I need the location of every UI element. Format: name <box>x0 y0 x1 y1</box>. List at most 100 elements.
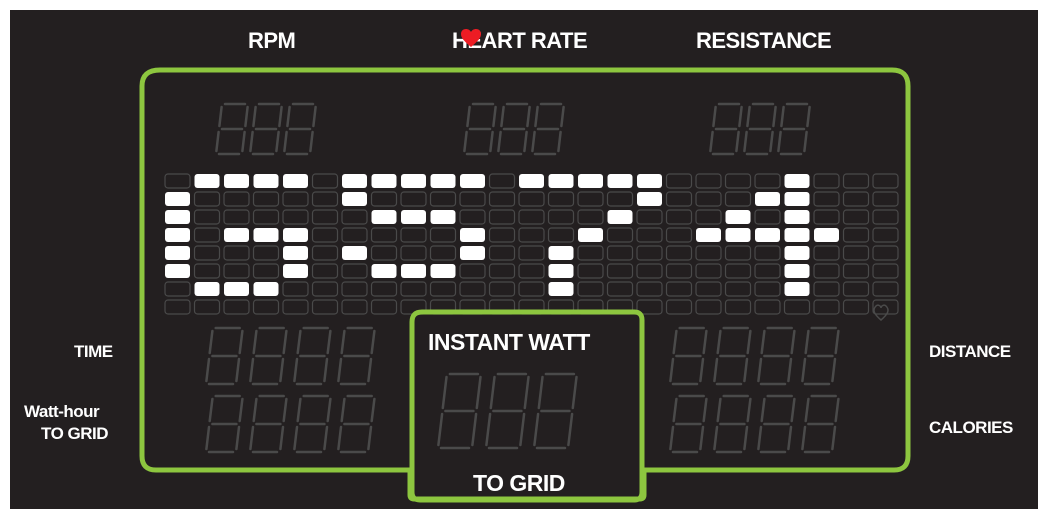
matrix-dot <box>754 299 781 315</box>
matrix-dot <box>459 209 486 225</box>
matrix-dot <box>842 173 870 189</box>
matrix-dot <box>223 245 250 261</box>
matrix-dot-lit <box>165 228 190 242</box>
watt-hour-digit <box>205 394 244 454</box>
matrix-dot <box>370 245 398 261</box>
time-digit <box>249 326 288 386</box>
matrix-dot <box>872 173 899 189</box>
matrix-dot-lit <box>224 174 249 188</box>
matrix-dot <box>164 173 191 189</box>
matrix-dot <box>518 191 545 207</box>
matrix-dot-lit <box>165 192 190 206</box>
matrix-dot <box>282 299 309 315</box>
matrix-dot <box>813 245 840 261</box>
matrix-dot <box>695 191 722 207</box>
matrix-dot <box>193 209 221 225</box>
instant-watt-digit <box>533 372 578 450</box>
matrix-dot <box>695 173 722 189</box>
matrix-dot <box>606 263 634 279</box>
matrix-dot <box>842 263 870 279</box>
matrix-dot <box>665 227 693 243</box>
instant-watt-digit <box>437 372 482 450</box>
matrix-dot-lit <box>548 174 574 188</box>
matrix-dot <box>754 173 781 189</box>
matrix-dot-lit <box>194 174 220 188</box>
matrix-dot <box>665 191 693 207</box>
matrix-dot <box>400 245 427 261</box>
matrix-dot <box>488 263 516 279</box>
matrix-dot-lit <box>253 228 279 242</box>
matrix-dot <box>400 227 427 243</box>
matrix-dot <box>547 191 575 207</box>
matrix-dot-lit <box>224 228 249 242</box>
matrix-dot <box>813 173 840 189</box>
matrix-dot-lit <box>430 210 456 224</box>
matrix-dot <box>842 245 870 261</box>
to-grid-label: TO GRID <box>473 470 565 496</box>
resistance-digit <box>777 102 811 156</box>
watt-hour-digit <box>293 394 332 454</box>
distance-label: DISTANCE <box>929 342 1011 361</box>
calories-digit <box>757 394 796 454</box>
matrix-dot <box>665 209 693 225</box>
instant-watt-digit <box>485 372 530 450</box>
matrix-dot <box>695 281 722 297</box>
matrix-dot <box>223 191 250 207</box>
matrix-dot <box>252 191 280 207</box>
matrix-dot <box>695 263 722 279</box>
matrix-dot <box>429 191 457 207</box>
matrix-dot <box>724 299 752 315</box>
time-digit <box>293 326 332 386</box>
matrix-dot <box>754 209 781 225</box>
matrix-dot <box>665 173 693 189</box>
matrix-dot <box>223 209 250 225</box>
watt-hour-label: Watt-hour <box>24 402 100 421</box>
matrix-dot-lit <box>371 210 397 224</box>
rpm-digit <box>215 102 249 156</box>
watt-hour-digit <box>249 394 288 454</box>
time-digit <box>337 326 376 386</box>
matrix-dot <box>665 281 693 297</box>
matrix-dot <box>488 191 516 207</box>
resistance-label: RESISTANCE <box>696 28 832 53</box>
watt-hour-digit <box>337 394 376 454</box>
matrix-dot <box>518 227 545 243</box>
matrix-dot-lit <box>548 282 574 296</box>
matrix-dot <box>193 227 221 243</box>
matrix-dot <box>813 209 840 225</box>
matrix-dot <box>252 299 280 315</box>
matrix-dot <box>223 263 250 279</box>
matrix-dot <box>547 209 575 225</box>
matrix-dot-lit <box>460 174 485 188</box>
calories-digit <box>669 394 708 454</box>
matrix-dot <box>813 191 840 207</box>
matrix-dot-lit <box>253 282 279 296</box>
matrix-dot-lit <box>371 264 397 278</box>
matrix-dot-lit <box>548 264 574 278</box>
matrix-dot-lit <box>548 246 574 260</box>
matrix-dot <box>606 227 634 243</box>
matrix-dot-lit <box>224 282 249 296</box>
matrix-dot <box>724 191 752 207</box>
matrix-dot-lit <box>784 174 810 188</box>
heart-rate-label: HEART RATE <box>452 28 588 54</box>
matrix-dot <box>813 299 840 315</box>
matrix-dot <box>370 191 398 207</box>
matrix-dot <box>872 299 899 315</box>
matrix-dot <box>518 209 545 225</box>
matrix-dot <box>724 173 752 189</box>
matrix-dot-lit <box>401 264 426 278</box>
matrix-dot-lit <box>401 210 426 224</box>
heart-outline-icon <box>873 304 889 321</box>
matrix-dot <box>311 227 339 243</box>
matrix-dot-lit <box>755 228 780 242</box>
matrix-dot <box>872 191 899 207</box>
matrix-dot <box>518 245 545 261</box>
matrix-dot <box>636 245 663 261</box>
matrix-dot <box>311 173 339 189</box>
matrix-dot-lit <box>283 264 308 278</box>
matrix-dot <box>872 263 899 279</box>
matrix-dot <box>370 281 398 297</box>
matrix-dot <box>488 245 516 261</box>
bike-console-display: RPM HEART RATE RESISTANCE TIME Watt-hour… <box>10 10 1038 509</box>
